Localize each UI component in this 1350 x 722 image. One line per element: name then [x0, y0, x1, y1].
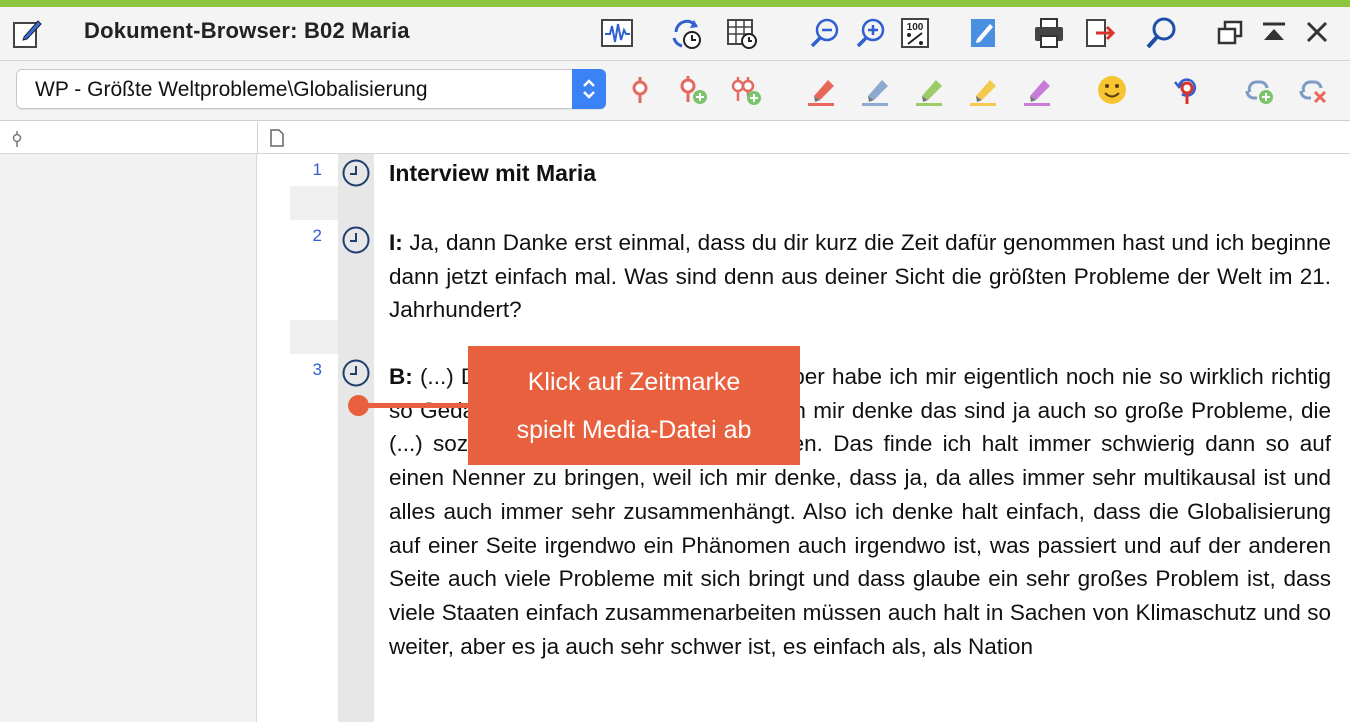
callout-pointer-dot [348, 395, 369, 416]
highlight-red-icon[interactable] [803, 71, 841, 109]
document-paragraph[interactable]: I: Ja, dann Danke erst einmal, dass du d… [389, 226, 1331, 327]
svg-text:100: 100 [907, 22, 924, 33]
timestamp-clock-icon[interactable] [341, 225, 371, 255]
column-splitter[interactable] [257, 122, 258, 154]
callout-pointer-line [358, 403, 470, 408]
code-stripe-panel[interactable] [0, 154, 257, 722]
new-window-icon[interactable] [1211, 15, 1249, 51]
timestamp-clock-icon[interactable] [341, 158, 371, 188]
emoticode-icon[interactable] [1093, 71, 1131, 109]
export-icon[interactable] [1080, 15, 1118, 51]
link-add-icon[interactable] [1240, 71, 1278, 109]
paragraph-number: 2 [312, 226, 322, 245]
paragraph-gap [290, 186, 338, 220]
window-title: Dokument-Browser: B02 Maria [84, 18, 410, 43]
tooltip-callout: Klick auf Zeitmarke spielt Media-Datei a… [468, 346, 800, 465]
zoom-in-icon[interactable] [852, 15, 890, 51]
window-accent-bar [0, 0, 1350, 7]
paragraph-number: 1 [312, 160, 322, 179]
code-icon[interactable] [621, 71, 659, 109]
highlight-green-icon[interactable] [911, 71, 949, 109]
close-icon[interactable] [1298, 15, 1336, 51]
speaker-label: B: [389, 364, 413, 389]
document-column-icon [270, 129, 284, 147]
code-column-icon [12, 131, 22, 147]
code-selector-value: WP - Größte Weltprobleme\Globalisierung [35, 78, 428, 101]
new-code-icon[interactable] [726, 71, 764, 109]
paragraph-gap [290, 320, 338, 354]
highlight-blue-icon[interactable] [857, 71, 895, 109]
column-header-row [0, 122, 1350, 154]
callout-line-1: Klick auf Zeitmarke [527, 368, 741, 396]
zoom-100-icon[interactable]: 100 [896, 15, 934, 51]
speaker-label: I: [389, 230, 403, 255]
undo-coding-icon[interactable] [1167, 71, 1205, 109]
zoom-out-icon[interactable] [806, 15, 844, 51]
paragraph-number: 3 [312, 360, 322, 379]
audio-waveform-icon[interactable] [598, 15, 636, 51]
paragraph-text: Ja, dann Danke erst einmal, dass du dir … [389, 230, 1331, 323]
title-bar: Dokument-Browser: B02 Maria 100 [0, 7, 1350, 61]
highlight-yellow-icon[interactable] [965, 71, 1003, 109]
document-browser-icon [12, 17, 42, 49]
code-with-new-icon[interactable] [673, 71, 711, 109]
highlight-purple-icon[interactable] [1019, 71, 1057, 109]
timestamp-clock-icon[interactable] [341, 358, 371, 388]
link-remove-icon[interactable] [1294, 71, 1332, 109]
edit-mode-icon[interactable] [964, 15, 1002, 51]
coding-toolbar: WP - Größte Weltprobleme\Globalisierung [0, 61, 1350, 121]
sync-timestamps-icon[interactable] [668, 15, 706, 51]
collapse-icon[interactable] [1255, 15, 1293, 51]
code-selector-dropdown[interactable]: WP - Größte Weltprobleme\Globalisierung [16, 69, 606, 109]
chevron-up-down-icon[interactable] [572, 69, 606, 109]
document-title-paragraph[interactable]: Interview mit Maria [389, 160, 596, 187]
timestamp-table-icon[interactable] [723, 15, 761, 51]
search-icon[interactable] [1142, 15, 1180, 51]
callout-line-2: spielt Media-Datei ab [516, 416, 752, 444]
print-icon[interactable] [1030, 15, 1068, 51]
